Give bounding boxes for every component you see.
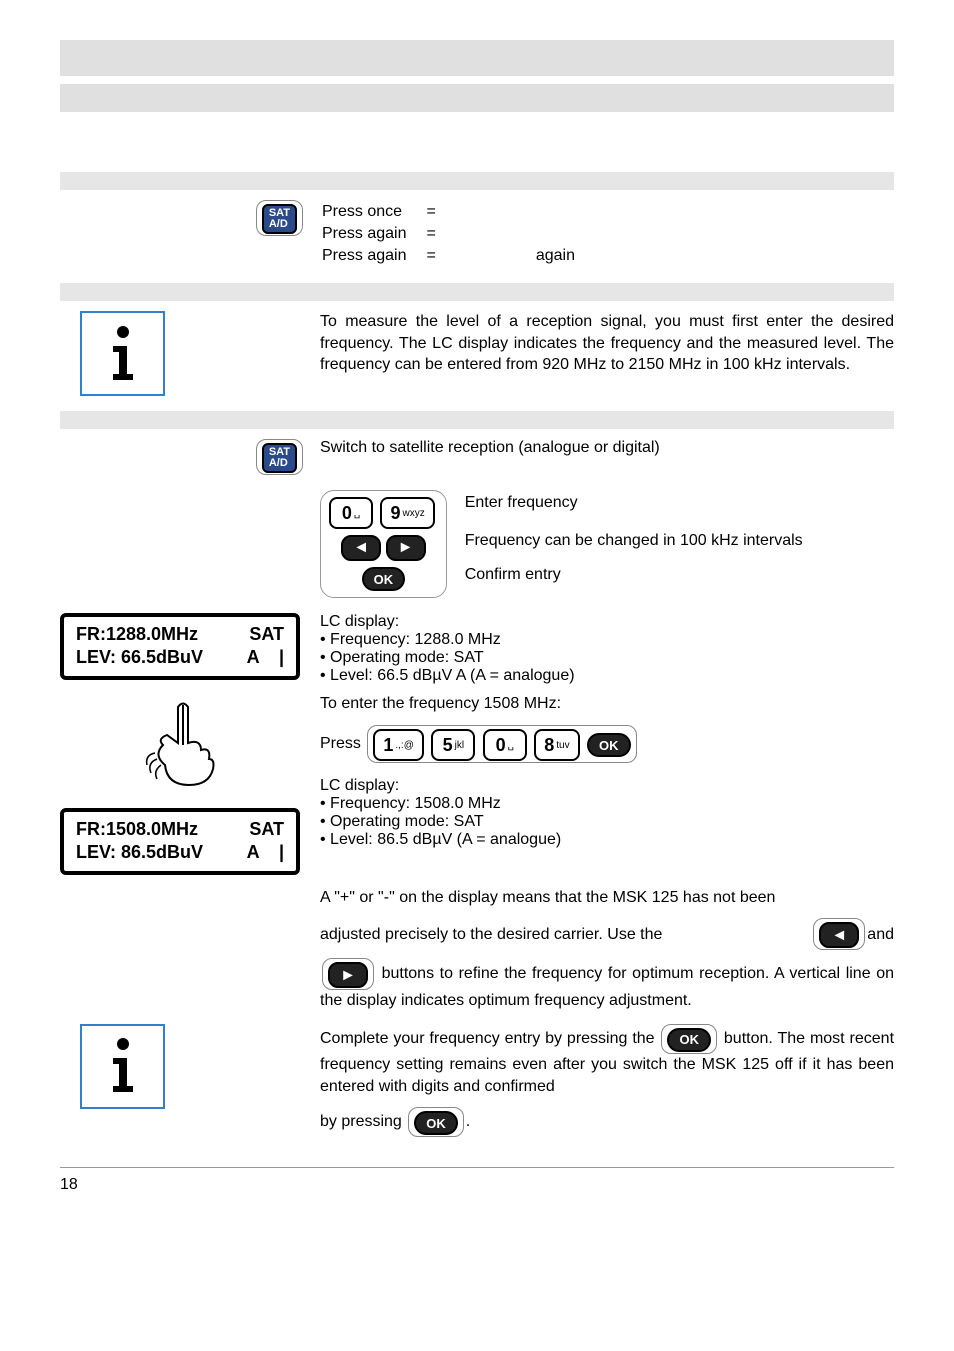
plusminus-line1: A "+" or "-" on the display means that t…: [320, 887, 894, 909]
key-1[interactable]: 1.,:@: [373, 729, 424, 761]
keypad-block: 0␣ 9wxyz ◄ ► OK: [320, 490, 447, 598]
confirm-label: Confirm entry: [465, 566, 803, 584]
complete-text-2: by pressing OK.: [320, 1107, 894, 1137]
ok-key-2[interactable]: OK: [587, 733, 631, 757]
key-0[interactable]: 0␣: [329, 497, 373, 529]
enter-freq-label: Enter frequency: [465, 494, 803, 512]
lc1-bullets: Frequency: 1288.0 MHz Operating mode: SA…: [320, 631, 894, 685]
subheading-bar-1: [60, 172, 894, 190]
lc2-bullets: Frequency: 1508.0 MHz Operating mode: SA…: [320, 795, 894, 849]
lc2-heading: LC display:: [320, 777, 894, 795]
key-0b[interactable]: 0␣: [483, 729, 527, 761]
info-icon-2: [80, 1024, 165, 1109]
subheading-bar-3: [60, 411, 894, 429]
press-example-row: Press 1.,:@ 5jkl 0␣ 8tuv OK: [320, 725, 894, 763]
section-subtitle-bar: [60, 84, 894, 112]
key-wrap: SATA/D: [256, 200, 303, 236]
arrow-left-key[interactable]: ◄: [341, 535, 381, 561]
press-again-value: [456, 224, 593, 244]
plusminus-line3: ► buttons to refine the frequency for op…: [320, 958, 894, 1012]
key-5[interactable]: 5jkl: [431, 729, 475, 761]
plusminus-line2: adjusted precisely to the desired carrie…: [320, 918, 894, 950]
freq-change-label: Frequency can be changed in 100 kHz inte…: [465, 532, 803, 550]
enter-example-text: To enter the frequency 1508 MHz:: [320, 695, 894, 713]
section-title-bar: [60, 40, 894, 76]
ok-key[interactable]: OK: [362, 567, 406, 591]
press-once-value: [456, 202, 593, 222]
lc-display-2: FR:1508.0MHzSAT LEV: 86.5dBuVA |: [60, 808, 300, 875]
switch-text: Switch to satellite reception (analogue …: [320, 439, 894, 457]
lc-display-1: FR:1288.0MHzSAT LEV: 66.5dBuVA |: [60, 613, 300, 680]
arrow-right-key[interactable]: ►: [386, 535, 426, 561]
press-again-label: Press again: [322, 224, 425, 244]
press-once-label: Press once: [322, 202, 425, 222]
ok-key-4[interactable]: OK: [414, 1111, 458, 1135]
eq2: =: [427, 224, 454, 244]
press-again2-value: again: [456, 246, 593, 266]
ok-key-3[interactable]: OK: [667, 1028, 711, 1052]
page-number: 18: [60, 1167, 894, 1194]
eq3: =: [427, 246, 454, 266]
info-icon: [80, 311, 165, 396]
lc1-heading: LC display:: [320, 613, 894, 631]
key-9[interactable]: 9wxyz: [380, 497, 434, 529]
press-mode-table: Press once = Press again = Press again =…: [320, 200, 595, 268]
eq1: =: [427, 202, 454, 222]
hand-pointing-icon: [143, 695, 223, 800]
key-8[interactable]: 8tuv: [534, 729, 579, 761]
key-wrap-2: SATA/D: [256, 439, 303, 475]
arrow-left-key-2[interactable]: ◄: [819, 922, 859, 948]
sat-ad-key-2[interactable]: SATA/D: [262, 443, 297, 473]
sat-ad-key[interactable]: SATA/D: [262, 204, 297, 234]
press-again2-label: Press again: [322, 246, 425, 266]
arrow-right-key-2[interactable]: ►: [328, 962, 368, 988]
info-text: To measure the level of a reception sign…: [320, 311, 894, 376]
complete-text: Complete your frequency entry by pressin…: [320, 1024, 894, 1097]
subheading-bar-2: [60, 283, 894, 301]
